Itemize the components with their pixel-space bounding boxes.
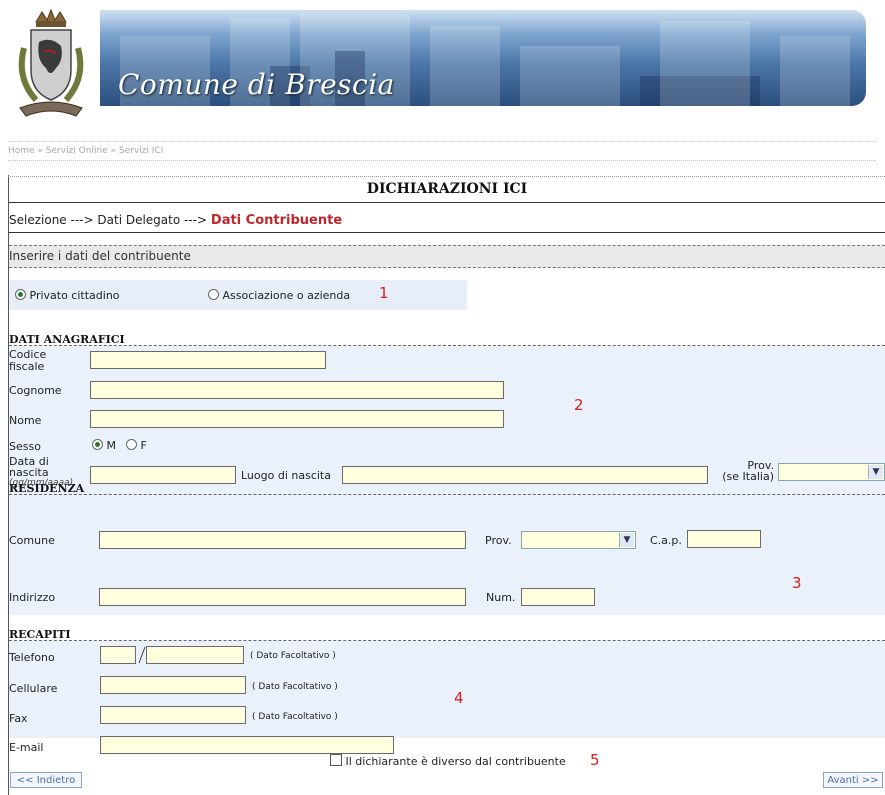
email-label: E-mail: [9, 741, 44, 754]
telefono-label: Telefono: [9, 651, 55, 664]
annotation-marker-5: 5: [590, 751, 600, 769]
radio-checked-icon[interactable]: [15, 289, 26, 300]
radio-checked-icon[interactable]: [92, 439, 103, 450]
codice-fiscale-input[interactable]: [90, 351, 326, 369]
radio-unchecked-icon[interactable]: [208, 289, 219, 300]
num-civico-label: Num.: [486, 591, 516, 604]
prov-nascita-label: Prov. (se Italia): [722, 459, 774, 483]
annotation-marker-2: 2: [574, 396, 584, 414]
cellulare-optional-note: ( Dato Facoltativo ): [252, 682, 338, 692]
step-dati-delegato: Dati Delegato: [97, 213, 181, 227]
breadcrumb-top-divider: [8, 141, 876, 142]
annotation-marker-3: 3: [792, 574, 802, 592]
comune-label: Comune: [9, 534, 55, 547]
cap-input[interactable]: [687, 530, 761, 548]
prov-residenza-label: Prov.: [485, 534, 512, 547]
nome-input[interactable]: [90, 410, 504, 428]
num-civico-input[interactable]: [521, 588, 595, 606]
prov-residenza-select[interactable]: ▼: [521, 531, 636, 549]
cellulare-input[interactable]: [100, 676, 246, 694]
breadcrumb-bottom-divider: [8, 160, 876, 161]
instruction-text: Inserire i dati del contribuente: [9, 249, 191, 263]
step-arrow: --->: [70, 213, 94, 227]
telefono-optional-note: ( Dato Facoltativo ): [250, 651, 336, 661]
data-nascita-input[interactable]: [90, 466, 236, 484]
fax-optional-note: ( Dato Facoltativo ): [252, 712, 338, 722]
fax-input[interactable]: [100, 706, 246, 724]
telefono-prefix-input[interactable]: [100, 646, 136, 664]
wizard-steps: Selezione ---> Dati Delegato ---> Dati C…: [9, 213, 342, 228]
next-button[interactable]: Avanti >>: [823, 772, 883, 788]
codice-fiscale-label: Codice fiscale: [9, 348, 47, 373]
telefono-separator-icon: [138, 646, 146, 664]
title-divider: [9, 202, 885, 203]
radio-sesso-m-label: M: [106, 439, 117, 452]
annotation-marker-4: 4: [454, 689, 464, 707]
radio-sesso-f-label: F: [140, 439, 147, 452]
steps-divider: [9, 232, 885, 233]
chevron-down-icon[interactable]: ▼: [619, 533, 634, 547]
banner-title: Comune di Brescia: [118, 68, 395, 101]
page-title: DICHIARAZIONI ICI: [366, 181, 528, 197]
radio-privato-label: Privato cittadino: [29, 289, 120, 302]
dichiarante-diverso-checkbox[interactable]: Il dichiarante è diverso dal contribuent…: [330, 754, 566, 768]
step-selezione: Selezione: [9, 213, 67, 227]
frame-top-line: [8, 176, 885, 177]
radio-sesso-f[interactable]: F: [126, 439, 147, 452]
annotation-marker-1: 1: [379, 284, 389, 302]
radio-privato[interactable]: Privato cittadino: [15, 289, 120, 302]
radio-sesso-m[interactable]: M: [92, 439, 116, 452]
luogo-nascita-label: Luogo di nascita: [241, 469, 331, 482]
cognome-input[interactable]: [90, 381, 504, 399]
coat-of-arms-icon: [6, 8, 96, 128]
indirizzo-label: Indirizzo: [9, 591, 56, 604]
back-button[interactable]: << Indietro: [10, 772, 82, 788]
radio-unchecked-icon[interactable]: [126, 439, 137, 450]
radio-azienda-label: Associazione o azienda: [222, 289, 351, 302]
indirizzo-input[interactable]: [99, 588, 466, 606]
cognome-label: Cognome: [9, 384, 62, 397]
checkbox-unchecked-icon[interactable]: [330, 754, 342, 766]
telefono-number-input[interactable]: [146, 646, 244, 664]
comune-input[interactable]: [99, 531, 466, 549]
prov-nascita-select[interactable]: ▼: [778, 463, 885, 481]
breadcrumb[interactable]: Home » Servizi Online » Servizi ICI: [8, 146, 163, 156]
header-banner: Comune di Brescia: [100, 10, 866, 106]
step-dati-contribuente: Dati Contribuente: [210, 213, 343, 228]
sesso-label: Sesso: [9, 440, 41, 453]
cellulare-label: Cellulare: [9, 682, 58, 695]
radio-azienda[interactable]: Associazione o azienda: [208, 289, 350, 302]
fax-label: Fax: [9, 712, 28, 725]
chevron-down-icon[interactable]: ▼: [868, 465, 883, 479]
dichiarante-diverso-label: Il dichiarante è diverso dal contribuent…: [345, 755, 566, 768]
cap-label: C.a.p.: [650, 534, 682, 547]
step-arrow: --->: [184, 213, 208, 227]
email-input[interactable]: [100, 736, 394, 754]
nome-label: Nome: [9, 414, 42, 427]
luogo-nascita-input[interactable]: [342, 466, 708, 484]
